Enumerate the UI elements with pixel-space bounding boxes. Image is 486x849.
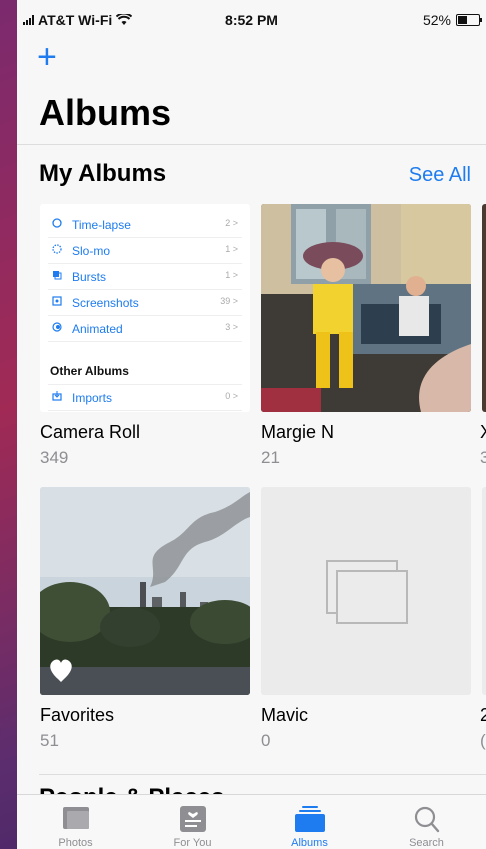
list-item: Slo-mo 1 > [48,238,242,264]
bursts-icon [53,271,62,280]
list-item: Time-lapse 2 > [48,212,242,238]
albums-icon [295,806,325,832]
section-title-my-albums: My Albums [39,160,167,187]
favorites-thumbnail[interactable] [40,487,250,695]
tab-photos[interactable]: Photos [17,795,134,849]
tab-bar: Photos For You Albums Search [17,794,486,849]
album-name-partial[interactable]: 2 [480,705,486,726]
album-cover-photo [261,204,471,412]
photos-icon [63,807,89,829]
empty-album-icon [326,560,408,624]
tab-for-you[interactable]: For You [134,795,251,849]
header-divider [17,144,486,145]
status-bar: AT&T Wi-Fi 8:52 PM 52% [17,0,486,36]
see-all-link[interactable]: See All [409,164,471,187]
list-item: Animated 3 > [48,316,242,342]
album-name[interactable]: Mavic [261,705,308,726]
album-count: 51 [40,731,59,750]
album-count-partial: ( [480,731,486,750]
add-album-button[interactable]: + [37,40,57,74]
list-item: Screenshots 39 > [48,290,242,316]
section-divider [39,774,486,775]
battery-icon [456,14,482,26]
imports-icon [52,391,62,401]
tab-search[interactable]: Search [368,795,485,849]
battery-indicator: 52% [422,12,482,28]
for-you-icon [180,806,206,832]
album-cover-photo [40,487,250,695]
section-title-people-places: People & Places [39,786,224,794]
tab-albums[interactable]: Albums [251,795,368,849]
margie-n-thumbnail[interactable] [261,204,471,412]
album-count-partial: 3 [480,448,486,467]
battery-percent: 52% [422,12,451,28]
partial-album-thumbnail[interactable] [482,487,486,695]
animated-icon [52,322,62,332]
partial-album-thumbnail[interactable] [482,204,486,412]
camera-roll-thumbnail[interactable]: Time-lapse 2 > Slo-mo 1 > Bursts 1 > Scr… [40,204,250,412]
album-name-partial[interactable]: X [480,422,486,443]
album-count: 0 [261,731,271,750]
mavic-thumbnail[interactable] [261,487,471,695]
album-name[interactable]: Camera Roll [40,422,140,443]
album-name[interactable]: Margie N [261,422,334,443]
album-name[interactable]: Favorites [40,705,114,726]
album-count: 349 [40,448,69,467]
page-title: Albums [39,92,172,133]
list-item: Imports 0 > [48,384,242,411]
album-count: 21 [261,448,280,467]
list-item: Bursts 1 > [48,264,242,290]
search-icon [414,806,440,833]
slo-mo-icon [52,244,62,254]
screenshots-icon [52,296,62,306]
clock: 8:52 PM [225,12,278,28]
phone-screen: AT&T Wi-Fi 8:52 PM 52% + Albums My Album… [17,0,486,849]
other-albums-heading: Other Albums [50,364,129,378]
time-lapse-icon [52,218,62,228]
